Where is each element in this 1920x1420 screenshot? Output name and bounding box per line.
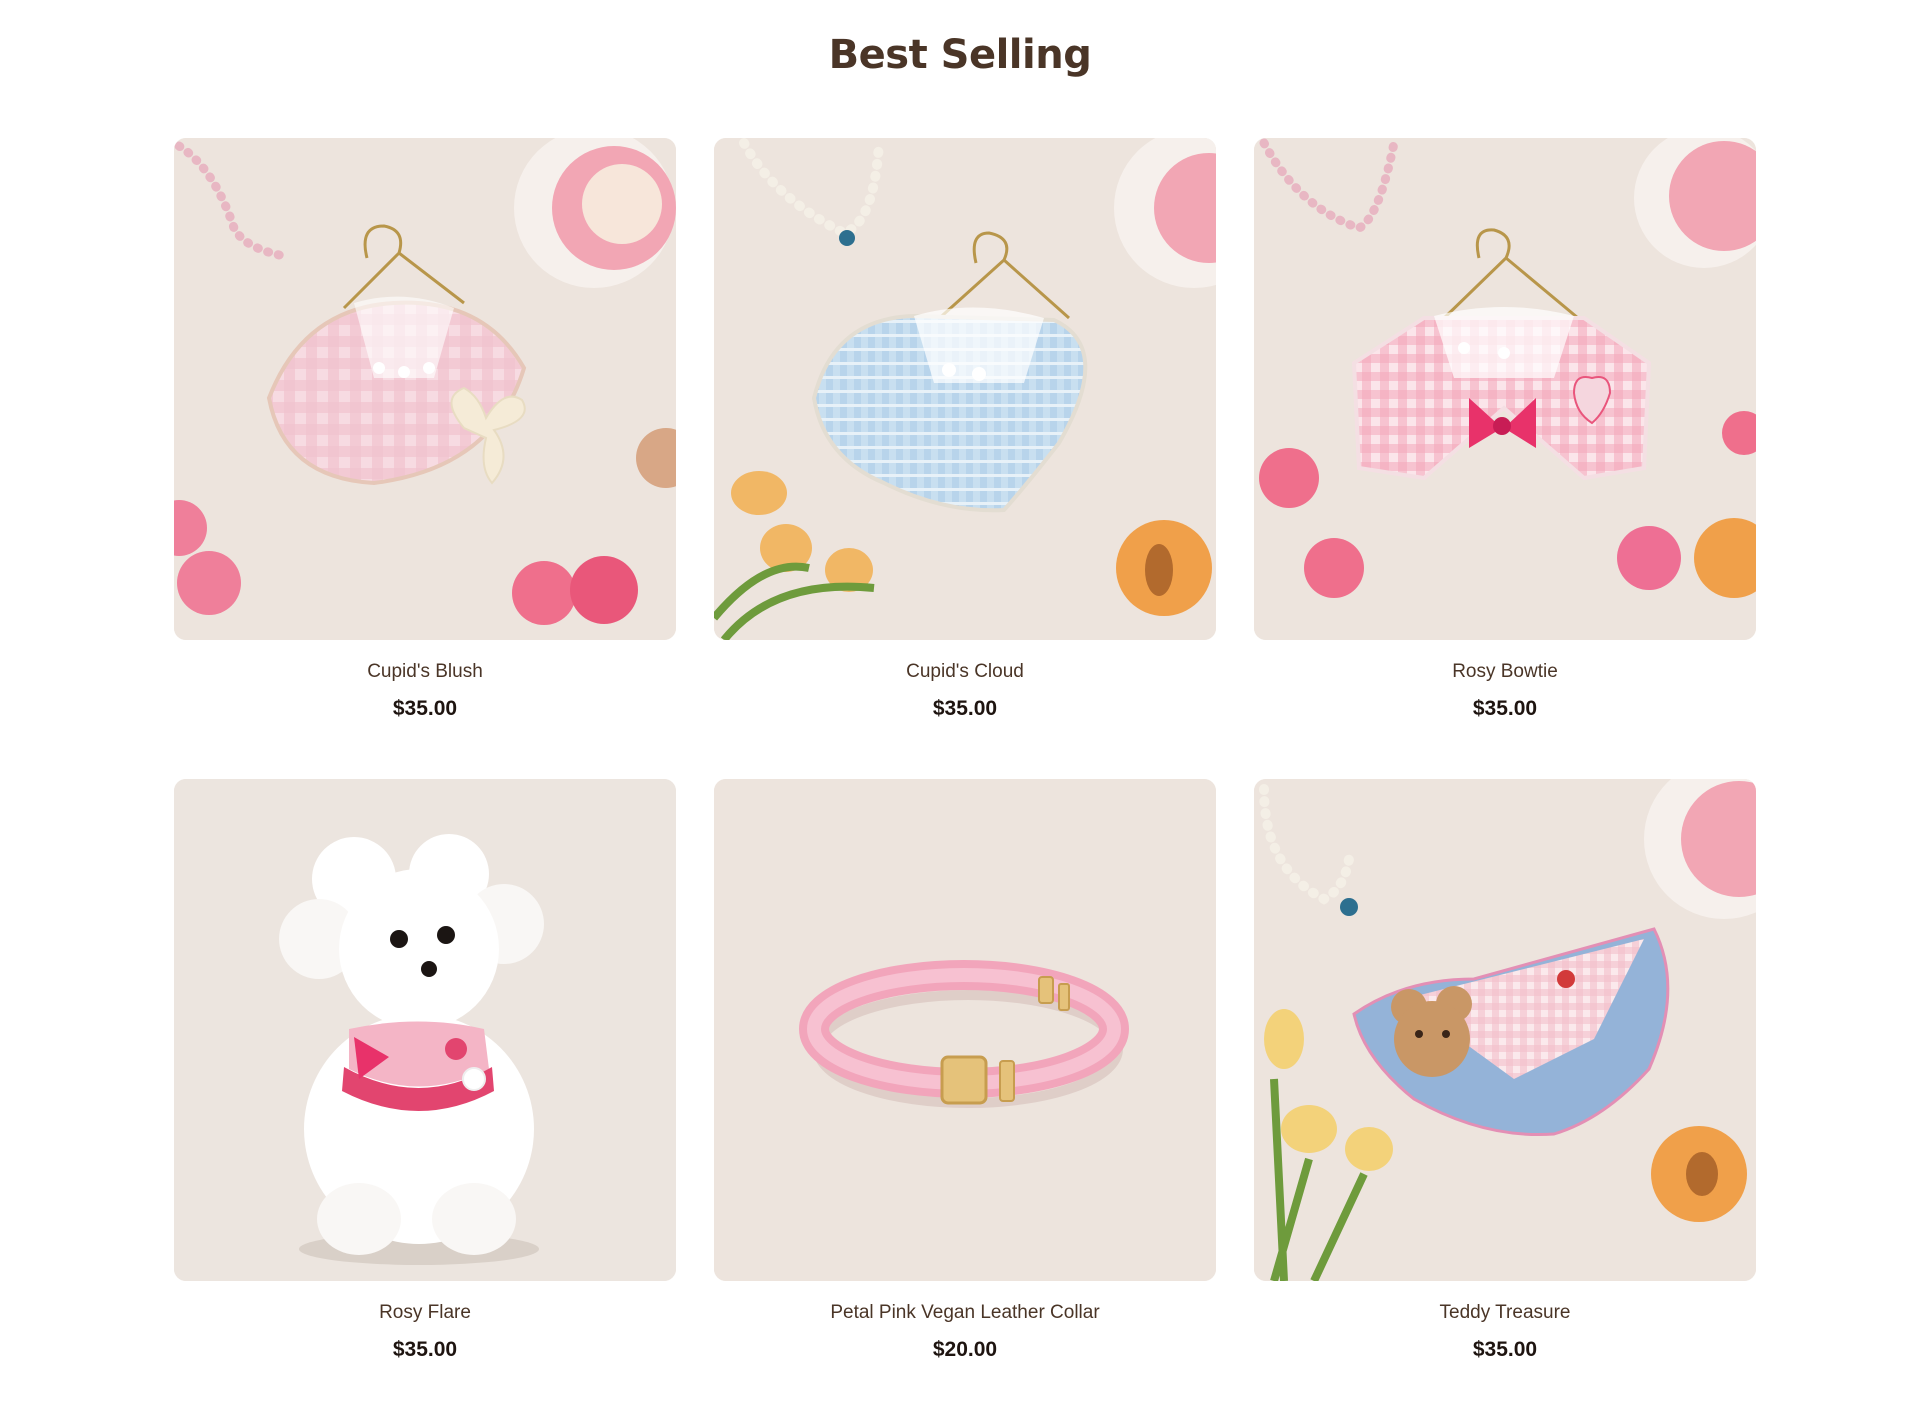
product-image[interactable] — [714, 779, 1216, 1281]
product-card[interactable]: Teddy Treasure $35.00 — [1254, 779, 1756, 1420]
product-image[interactable] — [714, 138, 1216, 640]
white-poodle-wearing-pink-bib-icon — [174, 779, 676, 1281]
product-price: $35.00 — [932, 697, 998, 720]
product-card[interactable]: Petal Pink Vegan Leather Collar $20.00 — [714, 779, 1216, 1420]
product-card[interactable]: Rosy Flare $35.00 — [174, 779, 676, 1420]
product-grid: Cupid's Blush $35.00 Cupid's Cloud $35.0… — [174, 138, 1756, 1420]
product-card[interactable]: Rosy Bowtie $35.00 — [1254, 138, 1756, 779]
product-price: $35.00 — [392, 697, 458, 720]
product-price: $35.00 — [1472, 697, 1538, 720]
blue-tweed-collar-bib-icon — [714, 138, 1216, 640]
product-image[interactable] — [1254, 138, 1756, 640]
product-image[interactable] — [174, 779, 676, 1281]
product-name[interactable]: Rosy Flare — [174, 1301, 676, 1325]
product-name[interactable]: Cupid's Blush — [174, 660, 676, 684]
pink-gingham-collar-with-bowtie-icon — [1254, 138, 1756, 640]
product-image[interactable] — [1254, 779, 1756, 1281]
pink-leather-collar-icon — [714, 779, 1216, 1281]
product-price: $35.00 — [392, 1338, 458, 1361]
product-card[interactable]: Cupid's Blush $35.00 — [174, 138, 676, 779]
product-price: $35.00 — [1472, 1338, 1538, 1361]
denim-bib-with-teddy-bear-patch-icon — [1254, 779, 1756, 1281]
product-card[interactable]: Cupid's Cloud $35.00 — [714, 138, 1216, 779]
product-name[interactable]: Teddy Treasure — [1254, 1301, 1756, 1325]
product-name[interactable]: Rosy Bowtie — [1254, 660, 1756, 684]
product-name[interactable]: Petal Pink Vegan Leather Collar — [714, 1301, 1216, 1325]
section-title: Best Selling — [828, 32, 1092, 78]
product-price: $20.00 — [932, 1338, 998, 1361]
pink-plaid-collar-bib-with-cream-bow-icon — [174, 138, 676, 640]
product-name[interactable]: Cupid's Cloud — [714, 660, 1216, 684]
product-image[interactable] — [174, 138, 676, 640]
